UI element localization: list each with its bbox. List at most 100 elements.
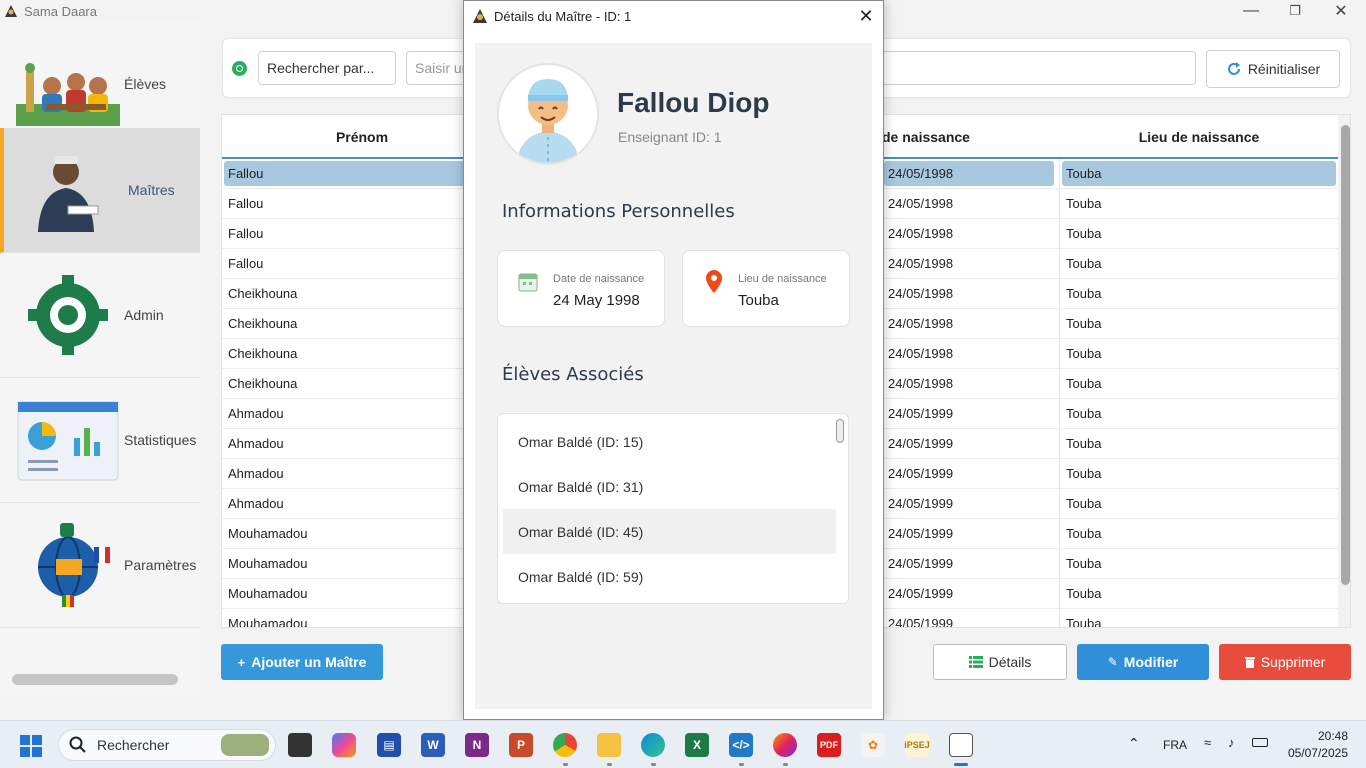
details-button[interactable]: Détails <box>933 644 1067 680</box>
dialog-close-button[interactable]: ✕ <box>855 5 877 27</box>
table-scrollbar-thumb[interactable] <box>1341 125 1350 585</box>
windows-logo-icon <box>20 735 30 745</box>
teacher-id: Enseignant ID: 1 <box>618 129 722 145</box>
sidebar-item-label: Élèves <box>124 76 167 92</box>
list-item[interactable]: Omar Baldé (ID: 45) <box>503 509 836 554</box>
table-cell: 24/05/1998 <box>888 376 954 391</box>
window-title: Sama Daara <box>24 3 97 19</box>
volume-icon[interactable]: ♪ <box>1228 735 1235 750</box>
table-cell: 24/05/1999 <box>888 436 954 451</box>
pdf-reader-icon[interactable]: PDF <box>817 733 841 757</box>
powerpoint-icon[interactable]: P <box>509 733 533 757</box>
sidebar-scrollbar[interactable] <box>12 674 178 685</box>
table-cell: Touba <box>1066 466 1102 481</box>
sidebar: Élèves Maîtres Admin Statistiques Paramè… <box>0 22 200 697</box>
edge-icon[interactable] <box>641 733 665 757</box>
settings-globe-icon <box>38 523 110 607</box>
dialog-title-bar: Détails du Maître - ID: 1 <box>464 1 883 31</box>
app-window-icon[interactable] <box>949 733 973 757</box>
location-pin-icon <box>706 270 722 293</box>
minimize-button[interactable]: — <box>1228 0 1274 22</box>
sidebar-item-parametres[interactable]: Paramètres <box>0 503 200 628</box>
table-cell: Touba <box>1066 196 1102 211</box>
teacher-avatar <box>497 63 599 165</box>
column-header-date-naissance[interactable]: de naissance <box>882 115 1022 159</box>
battery-icon[interactable] <box>1252 738 1268 747</box>
students-list-scrollbar[interactable] <box>836 419 844 443</box>
app-logo-icon <box>5 5 17 17</box>
sidebar-item-statistiques[interactable]: Statistiques <box>0 378 200 503</box>
sidebar-item-label: Maîtres <box>128 182 175 198</box>
word-icon[interactable]: W <box>421 733 445 757</box>
maximize-button[interactable]: ❐ <box>1272 0 1318 22</box>
list-icon <box>968 656 983 668</box>
table-cell: Touba <box>1066 346 1102 361</box>
table-cell: Cheikhouna <box>228 346 298 361</box>
vscode-icon[interactable]: </> <box>729 733 753 757</box>
column-header-prenom[interactable]: Prénom <box>222 115 502 159</box>
table-cell: 24/05/1999 <box>888 496 954 511</box>
table-cell: 24/05/1998 <box>888 316 954 331</box>
plus-icon: + <box>237 654 246 670</box>
chrome-icon[interactable] <box>553 733 577 757</box>
clock-date[interactable]: 05/07/2025 <box>1280 746 1348 760</box>
sidebar-item-maitres[interactable]: Maîtres <box>0 128 200 253</box>
table-cell: 24/05/1999 <box>888 616 954 628</box>
onenote-icon[interactable]: N <box>465 733 489 757</box>
close-button[interactable]: ✕ <box>1318 0 1364 22</box>
personal-info-heading: Informations Personnelles <box>502 201 735 222</box>
table-cell: 24/05/1998 <box>884 161 1054 186</box>
start-button[interactable] <box>20 735 42 757</box>
birth-date-value: 24 May 1998 <box>553 292 640 309</box>
birth-place-value: Touba <box>738 292 779 309</box>
birth-place-card: Lieu de naissance Touba <box>682 250 850 327</box>
table-cell: 24/05/1999 <box>888 466 954 481</box>
modify-button[interactable]: ✎ Modifier <box>1077 644 1209 680</box>
birth-place-caption: Lieu de naissance <box>738 273 827 285</box>
notes-icon[interactable]: ▤ <box>377 733 401 757</box>
table-cell: Cheikhouna <box>228 286 298 301</box>
excel-icon[interactable]: X <box>685 733 709 757</box>
table-cell: Mouhamadou <box>228 616 308 628</box>
language-indicator[interactable]: FRA <box>1163 738 1187 752</box>
list-item[interactable]: Omar Baldé (ID: 31) <box>503 464 836 509</box>
add-teacher-button[interactable]: + Ajouter un Maître <box>221 644 383 680</box>
details-button-label: Détails <box>988 654 1032 670</box>
table-cell: Touba <box>1066 616 1102 628</box>
taskbar: Rechercher ▤ W N P X </> PDF ✿ iPSEJ ⌃ F… <box>0 720 1366 768</box>
table-cell: Ahmadou <box>228 466 284 481</box>
table-cell: Cheikhouna <box>228 376 298 391</box>
file-explorer-icon[interactable] <box>597 733 621 757</box>
copilot-icon[interactable] <box>332 733 356 757</box>
wifi-icon[interactable]: ≈ <box>1204 735 1211 750</box>
pencil-icon: ✎ <box>1107 655 1118 669</box>
table-cell: Ahmadou <box>228 496 284 511</box>
associated-students-list: Omar Baldé (ID: 15) Omar Baldé (ID: 31) … <box>497 413 849 604</box>
reset-button[interactable]: Réinitialiser <box>1206 50 1340 88</box>
column-header-lieu-naissance[interactable]: Lieu de naissance <box>1060 115 1338 159</box>
table-cell: Fallou <box>228 226 264 241</box>
admin-gear-icon <box>28 275 108 355</box>
delete-button[interactable]: Supprimer <box>1219 644 1351 680</box>
statistics-chart-icon <box>17 401 119 481</box>
search-icon <box>232 61 247 76</box>
clock-time[interactable]: 20:48 <box>1302 729 1348 743</box>
firefox-icon[interactable] <box>773 733 797 757</box>
search-filter-select[interactable]: Rechercher par... <box>258 51 396 85</box>
table-cell: Fallou <box>224 161 500 186</box>
sidebar-item-label: Statistiques <box>124 432 197 448</box>
jupyter-icon[interactable]: ✿ <box>861 733 885 757</box>
table-cell: Touba <box>1066 496 1102 511</box>
birth-date-card: Date de naissance 24 May 1998 <box>497 250 665 327</box>
task-view-icon[interactable] <box>288 733 312 757</box>
sidebar-item-admin[interactable]: Admin <box>0 253 200 378</box>
table-cell: 24/05/1999 <box>888 556 954 571</box>
chevron-up-icon[interactable]: ⌃ <box>1128 735 1140 752</box>
list-item[interactable]: Omar Baldé (ID: 59) <box>503 554 836 599</box>
ipsej-icon[interactable]: iPSEJ <box>904 733 930 757</box>
taskbar-search[interactable]: Rechercher <box>58 729 276 761</box>
delete-button-label: Supprimer <box>1260 654 1326 670</box>
dialog-content: Fallou Diop Enseignant ID: 1 Information… <box>475 43 872 709</box>
table-cell: Touba <box>1066 226 1102 241</box>
list-item[interactable]: Omar Baldé (ID: 15) <box>503 419 836 464</box>
